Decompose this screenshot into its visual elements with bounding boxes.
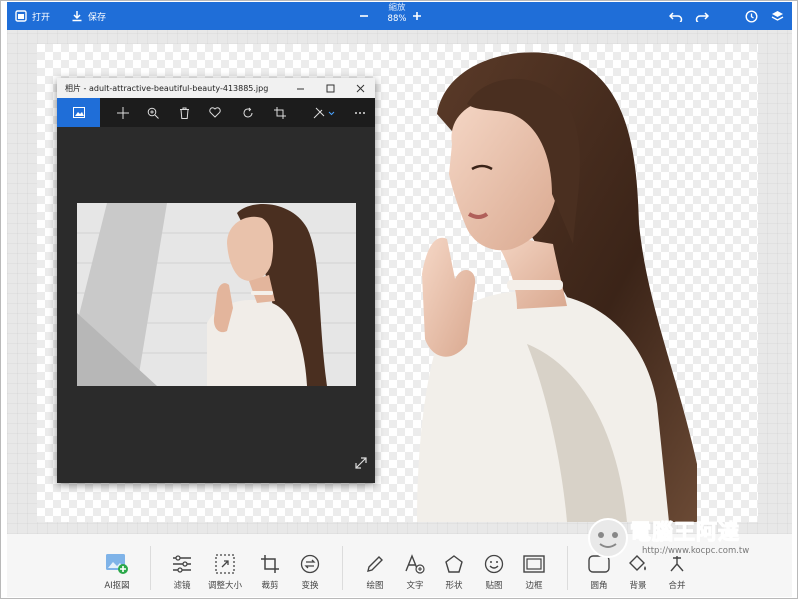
redo-button[interactable] (695, 2, 709, 30)
pentagon-icon (445, 555, 463, 573)
undo-icon (669, 12, 683, 22)
close-button[interactable] (345, 78, 375, 98)
add-button[interactable] (112, 98, 134, 127)
expand-icon (355, 457, 367, 469)
add-icon (117, 106, 129, 119)
edit-create-button[interactable] (307, 98, 341, 127)
zoom-display: 縮放 88% (379, 3, 415, 25)
photos-app-window: 相片 - adult-attractive-beautiful-beauty-4… (57, 78, 375, 483)
border-label: 边框 (525, 581, 543, 591)
mascot-logo-icon (588, 518, 628, 558)
plus-icon (413, 12, 421, 20)
more-button[interactable] (349, 98, 371, 127)
merge-label: 合并 (668, 581, 686, 591)
maximize-button[interactable] (315, 78, 345, 98)
toolbar-divider (567, 546, 568, 590)
ai-cutout-button[interactable]: AI抠図 (95, 534, 139, 597)
photo-icon (72, 107, 85, 118)
zoom-out-button[interactable] (359, 2, 369, 30)
history-button[interactable] (745, 2, 758, 30)
more-icon (355, 111, 365, 114)
layers-button[interactable] (771, 2, 784, 30)
ai-cutout-label: AI抠図 (104, 581, 130, 591)
delete-icon (179, 107, 189, 119)
photos-title-bar: 相片 - adult-attractive-beautiful-beauty-4… (57, 78, 375, 98)
rotate-button[interactable] (237, 98, 259, 127)
minimize-icon (296, 88, 304, 89)
resize-icon (215, 554, 235, 574)
zoom-button[interactable] (142, 98, 164, 127)
zoom-in-button[interactable] (412, 2, 422, 30)
download-icon (72, 11, 82, 22)
toolbar-divider (150, 546, 151, 590)
zoom-icon (147, 107, 159, 119)
zoom-label: 縮放 (388, 3, 406, 13)
transform-button[interactable]: 变换 (288, 534, 332, 597)
frame-icon (523, 555, 545, 573)
original-photo (77, 203, 356, 386)
crop-icon (261, 555, 279, 573)
favorite-icon (209, 107, 221, 118)
edit-icon (313, 107, 335, 118)
open-button[interactable]: 打开 (15, 2, 50, 30)
delete-button[interactable] (173, 98, 195, 127)
photos-toolbar (57, 98, 375, 127)
save-label: 保存 (88, 12, 107, 23)
rotate-icon (243, 107, 253, 117)
ai-cutout-icon (106, 554, 128, 574)
redo-icon (695, 12, 709, 22)
transform-icon (300, 554, 320, 574)
transform-label: 变换 (301, 581, 319, 591)
smiley-icon (484, 554, 504, 574)
minus-icon (360, 15, 368, 17)
watermark-url: http://www.kocpc.com.tw (642, 546, 750, 556)
fullscreen-button[interactable] (355, 454, 367, 473)
pencil-icon (367, 556, 383, 572)
favorite-button[interactable] (204, 98, 226, 127)
minimize-button[interactable] (285, 78, 315, 98)
border-button[interactable]: 边框 (512, 534, 556, 597)
history-icon (745, 9, 758, 23)
maximize-icon (326, 84, 334, 92)
top-toolbar: 打开 保存 縮放 88% (7, 2, 792, 30)
watermark-title: 電腦王阿達 (630, 520, 740, 545)
undo-button[interactable] (669, 2, 683, 30)
toolbar-divider (342, 546, 343, 590)
open-label: 打开 (32, 12, 51, 23)
zoom-value: 88% (387, 14, 407, 24)
crop-icon (274, 106, 286, 119)
photos-window-title: 相片 - adult-attractive-beautiful-beauty-4… (65, 84, 269, 93)
site-watermark: 電腦王阿達 http://www.kocpc.com.tw (586, 514, 786, 564)
sliders-icon (173, 555, 191, 573)
layers-icon (771, 10, 784, 21)
save-button[interactable]: 保存 (71, 2, 106, 30)
open-icon (15, 10, 27, 22)
cutout-portrait-image (417, 52, 697, 522)
resize-button[interactable]: 调整大小 (203, 534, 247, 597)
view-photo-button[interactable] (57, 98, 100, 127)
crop-button[interactable] (269, 98, 291, 127)
text-icon (405, 554, 425, 574)
close-icon (356, 84, 364, 92)
